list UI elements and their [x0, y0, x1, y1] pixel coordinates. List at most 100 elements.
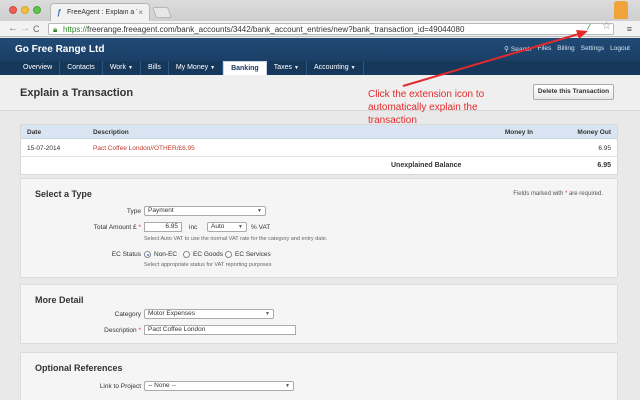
- vat-suffix: % VAT: [251, 224, 271, 231]
- description-label: Description *: [104, 327, 141, 334]
- ec-non-ec-radio[interactable]: [144, 251, 151, 258]
- top-links: Search Files Billing Settings Logout: [504, 45, 630, 53]
- nav-item-label: My Money: [175, 64, 209, 71]
- table-row[interactable]: 15-07-2014 Pact Coffee London//OTHER/£6.…: [21, 139, 617, 157]
- nav-item-contacts[interactable]: Contacts: [60, 61, 103, 75]
- type-label: Type: [126, 208, 141, 215]
- optional-references-title: Optional References: [35, 363, 123, 373]
- header-money-in: Money In: [504, 129, 533, 136]
- nav-item-banking[interactable]: Banking: [223, 61, 267, 75]
- nav-item-label: Overview: [23, 64, 53, 71]
- profile-avatar[interactable]: [614, 1, 628, 19]
- forward-icon[interactable]: →: [20, 23, 30, 35]
- more-detail-panel: More Detail Category Motor Expenses ▼ De…: [20, 284, 618, 344]
- balance-label: Unexplained Balance: [391, 162, 462, 169]
- balance-row: Unexplained Balance 6.95: [21, 157, 617, 174]
- amount-label: Total Amount £ *: [93, 224, 141, 231]
- company-name[interactable]: Go Free Range Ltd: [15, 44, 104, 55]
- minimize-window-button[interactable]: [21, 6, 29, 14]
- new-tab-button[interactable]: [151, 7, 173, 18]
- logout-link[interactable]: Logout: [610, 45, 630, 53]
- nav-item-label: Banking: [231, 65, 259, 72]
- chevron-down-icon: ▼: [350, 65, 356, 71]
- annotation-callout: Click the extension icon to automaticall…: [368, 89, 485, 126]
- ec-services-label[interactable]: EC Services: [235, 251, 271, 258]
- ec-services-radio[interactable]: [225, 251, 232, 258]
- browser-toolbar: ← → C 🔒︎ https://freerange.freeagent.com…: [0, 21, 640, 37]
- header-money-out: Money Out: [577, 129, 611, 136]
- select-type-panel: Select a Type Fields marked with * are r…: [20, 178, 618, 278]
- description-input[interactable]: Pact Coffee London: [144, 325, 296, 335]
- chevron-down-icon: ▼: [128, 65, 133, 71]
- settings-link[interactable]: Settings: [581, 45, 605, 53]
- search-link[interactable]: Search: [504, 45, 532, 53]
- nav-item-label: Work: [109, 64, 127, 71]
- header-date: Date: [27, 129, 42, 136]
- project-select[interactable]: -- None -- ▼: [144, 381, 294, 391]
- chevron-down-icon: ▼: [238, 224, 243, 230]
- browser-menu-icon[interactable]: ≡: [627, 23, 632, 35]
- transaction-table: Date Description Money In Money Out 15-0…: [20, 124, 618, 175]
- chevron-down-icon: ▼: [265, 311, 270, 317]
- billing-link[interactable]: Billing: [557, 45, 574, 53]
- ec-non-ec-label[interactable]: Non-EC: [154, 251, 177, 258]
- page-title: Explain a Transaction: [20, 87, 134, 99]
- nav-items: Overview Contacts Work ▼ Bills My Money ▼ Banki…: [16, 61, 364, 75]
- files-link[interactable]: Files: [538, 45, 552, 53]
- nav-item-accounting[interactable]: Accounting ▼: [307, 61, 364, 75]
- ec-goods-label[interactable]: EC Goods: [193, 251, 223, 258]
- url-text[interactable]: https://freerange.freeagent.com/bank_acc…: [63, 25, 464, 35]
- ec-goods-radio[interactable]: [183, 251, 190, 258]
- select-type-title: Select a Type: [35, 189, 92, 199]
- row-description[interactable]: Pact Coffee London//OTHER/£6.95: [93, 145, 195, 152]
- reload-icon[interactable]: C: [33, 23, 40, 35]
- row-money-out: 6.95: [598, 145, 611, 152]
- lock-icon: 🔒︎: [53, 25, 58, 34]
- category-label: Category: [114, 311, 141, 318]
- project-label: Link to Project: [99, 383, 141, 390]
- nav-item-my-money[interactable]: My Money ▼: [169, 61, 224, 75]
- amount-input[interactable]: 6.95: [144, 222, 182, 232]
- nav-item-label: Taxes: [273, 64, 292, 71]
- browser-tab[interactable]: ƒ FreeAgent : Explain a Tra ×: [50, 3, 150, 21]
- nav-item-taxes[interactable]: Taxes ▼: [267, 61, 307, 75]
- ec-status-label: EC Status: [111, 251, 141, 258]
- freeagent-logo-icon: ƒ: [57, 8, 62, 17]
- main-nav: Overview Contacts Work ▼ Bills My Money ▼ Banki…: [0, 61, 640, 75]
- row-date: 15-07-2014: [27, 145, 61, 152]
- table-header: Date Description Money In Money Out: [21, 125, 617, 139]
- delete-transaction-button[interactable]: Delete this Transaction: [533, 84, 614, 100]
- tab-close-icon[interactable]: ×: [138, 8, 143, 17]
- tab-title: FreeAgent : Explain a Tra: [67, 9, 137, 16]
- category-select[interactable]: Motor Expenses ▼: [144, 309, 274, 319]
- vat-hint: Select Auto VAT to use the normal VAT ra…: [144, 236, 328, 242]
- optional-references-panel: Optional References Link to Project -- N…: [20, 352, 618, 400]
- inc-label: inc: [189, 224, 198, 231]
- back-icon[interactable]: ←: [8, 23, 18, 35]
- type-select[interactable]: Payment ▼: [144, 206, 266, 216]
- balance-value: 6.95: [597, 162, 611, 169]
- chevron-down-icon: ▼: [285, 383, 290, 389]
- zoom-window-button[interactable]: [33, 6, 41, 14]
- browser-titlebar: ƒ FreeAgent : Explain a Tra ×: [0, 0, 640, 21]
- required-note: Fields marked with * are required.: [513, 191, 603, 197]
- app-header: Go Free Range Ltd Search Files Billing S…: [0, 38, 640, 61]
- vat-select[interactable]: Auto ▼: [207, 222, 247, 232]
- bookmark-star-icon[interactable]: ☆: [602, 22, 611, 32]
- freeagent-extension-icon[interactable]: ⁄: [588, 23, 598, 32]
- close-window-button[interactable]: [9, 6, 17, 14]
- page-head: Explain a Transaction Delete this Transa…: [0, 75, 640, 111]
- ec-hint: Select appropriate status for VAT report…: [144, 262, 272, 268]
- more-detail-title: More Detail: [35, 295, 84, 305]
- nav-item-label: Accounting: [313, 64, 349, 71]
- nav-item-label: Bills: [147, 64, 161, 71]
- header-description: Description: [93, 129, 129, 136]
- chevron-down-icon: ▼: [210, 65, 216, 71]
- chevron-down-icon: ▼: [257, 208, 262, 214]
- nav-item-label: Contacts: [67, 64, 95, 71]
- address-bar[interactable]: 🔒︎ https://freerange.freeagent.com/bank_…: [48, 23, 614, 35]
- chevron-down-icon: ▼: [294, 65, 299, 71]
- nav-item-overview[interactable]: Overview: [16, 61, 61, 75]
- nav-item-work[interactable]: Work ▼: [103, 61, 141, 75]
- nav-item-bills[interactable]: Bills: [141, 61, 169, 75]
